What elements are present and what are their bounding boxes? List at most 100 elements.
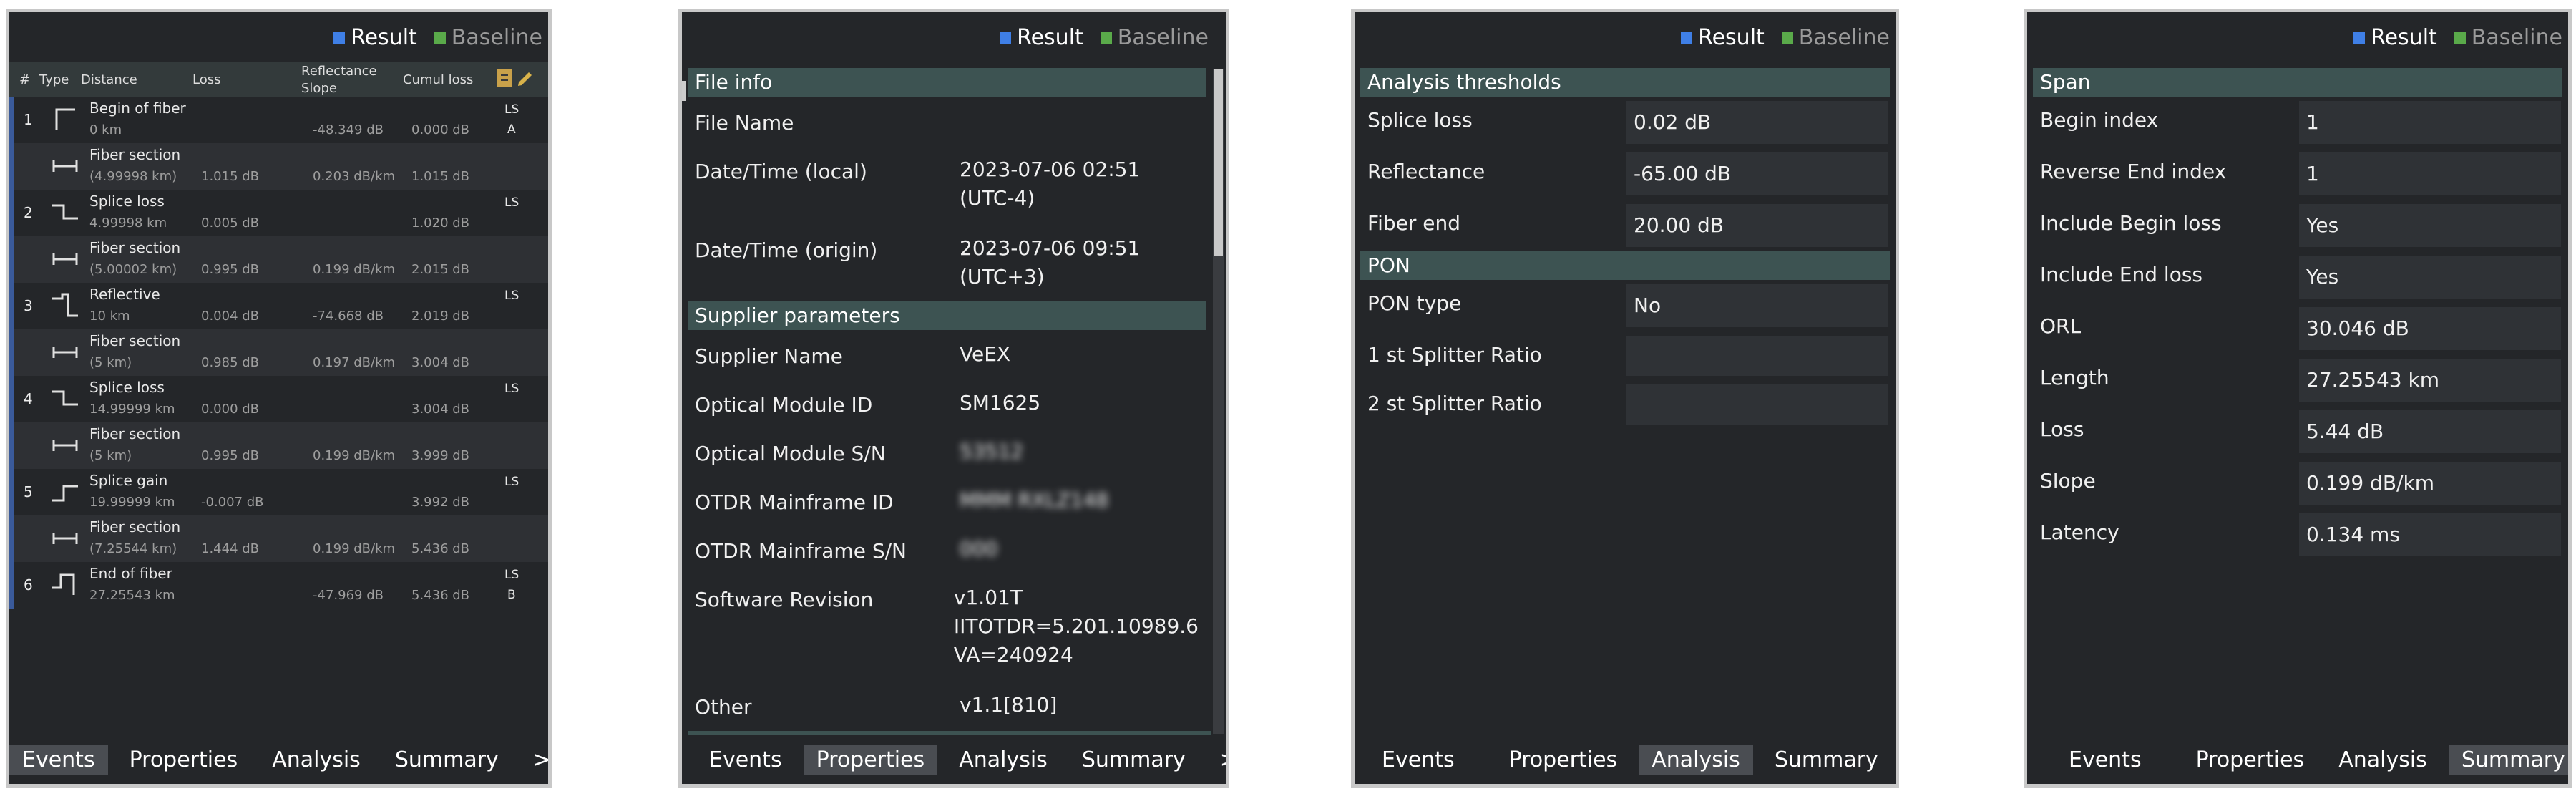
- reverse-end-label: Reverse End index: [2040, 160, 2227, 183]
- file-name-label: File Name: [695, 111, 794, 135]
- tab-analysis[interactable]: Analysis: [2326, 745, 2440, 775]
- tab-analysis[interactable]: Analysis: [946, 745, 1060, 775]
- tab-properties[interactable]: Properties: [803, 744, 938, 775]
- legend-result[interactable]: Result: [1681, 25, 1765, 50]
- marker-icon[interactable]: [496, 68, 513, 92]
- event-distance: 10 km: [89, 309, 130, 324]
- mainframe-sn-value: 000: [960, 537, 998, 561]
- fiber-end-field[interactable]: 20.00 dB: [1625, 203, 1890, 248]
- event-distance: 27.25543 km: [89, 588, 175, 603]
- event-row[interactable]: Fiber section (5 km) 0.995 dB 0.199 dB/km 3.…: [9, 422, 548, 469]
- tab-bar: Events Properties Analysis Summary >>: [682, 742, 1226, 777]
- length-field: 27.25543 km: [2298, 357, 2562, 403]
- event-distance: (5.00002 km): [89, 262, 177, 277]
- event-reflectance: 0.199 dB/km: [313, 448, 396, 463]
- tab-analysis[interactable]: Analysis: [1639, 744, 1753, 775]
- legend-baseline[interactable]: Baseline: [1781, 25, 1890, 50]
- event-row[interactable]: Fiber section (4.99998 km) 1.015 dB 0.203 d…: [9, 143, 548, 190]
- tab-events[interactable]: Events: [696, 745, 795, 775]
- header-cumul: Cumul loss: [403, 72, 474, 87]
- event-loss: 0.000 dB: [201, 402, 260, 417]
- tab-properties[interactable]: Properties: [117, 745, 251, 775]
- legend-baseline[interactable]: Baseline: [2454, 25, 2562, 50]
- scrollbar[interactable]: [1213, 69, 1224, 734]
- legend-baseline[interactable]: Baseline: [1100, 25, 1209, 50]
- legend-baseline-label: Baseline: [1798, 25, 1890, 50]
- tab-properties[interactable]: Properties: [1496, 745, 1631, 775]
- splice-loss-field[interactable]: 0.02 dB: [1625, 100, 1890, 145]
- splice-loss-icon: [51, 198, 79, 227]
- event-ls-flag: LS: [504, 382, 519, 396]
- fiber-section-icon: [51, 245, 79, 273]
- tab-properties[interactable]: Properties: [2183, 745, 2318, 775]
- event-row[interactable]: Fiber section (5 km) 0.985 dB 0.197 dB/km 3.…: [9, 329, 548, 376]
- header-distance: Distance: [81, 72, 137, 87]
- software-rev-label: Software Revision: [695, 588, 874, 611]
- event-name: Splice loss: [89, 193, 165, 210]
- reverse-end-field[interactable]: 1: [2298, 151, 2562, 197]
- event-cumul-loss: 5.436 dB: [411, 541, 470, 556]
- event-row[interactable]: 2 Splice loss 4.99998 km 0.005 dB 1.020 dB LS: [9, 190, 548, 236]
- tab-summary[interactable]: Summary: [2448, 744, 2568, 775]
- tab-events[interactable]: Events: [9, 744, 108, 775]
- slope-field: 0.199 dB/km: [2298, 460, 2562, 506]
- scrollbar-thumb[interactable]: [1214, 69, 1223, 256]
- legend: Result Baseline: [1681, 25, 1890, 50]
- event-loss: 0.995 dB: [201, 448, 260, 463]
- fiber-section-icon: [51, 338, 79, 367]
- event-row[interactable]: Fiber section (5.00002 km) 0.995 dB 0.199 d…: [9, 236, 548, 283]
- tab-bar: Events Properties Analysis Summary >>: [9, 742, 548, 777]
- splitter2-field[interactable]: [1625, 383, 1890, 426]
- begin-fiber-icon: [51, 105, 79, 134]
- event-row[interactable]: 1 Begin of fiber 0 km -48.349 dB 0.000 dB LS A: [9, 97, 548, 143]
- tab-more[interactable]: >>: [520, 745, 548, 775]
- pon-type-field[interactable]: No: [1625, 283, 1890, 329]
- header-num: #: [19, 72, 31, 87]
- event-ls-flag: LS: [504, 475, 519, 489]
- legend: Result Baseline: [1000, 25, 1209, 50]
- event-row[interactable]: 3 Reflective 10 km 0.004 dB -74.668 dB 2.019 …: [9, 283, 548, 329]
- event-row[interactable]: 4 Splice loss 14.99999 km 0.000 dB 3.004 dB L…: [9, 376, 548, 422]
- supplier-name-label: Supplier Name: [695, 344, 843, 368]
- reflectance-label: Reflectance: [1367, 160, 1485, 183]
- splitter1-field[interactable]: [1625, 334, 1890, 377]
- event-row[interactable]: 5 Splice gain 19.99999 km -0.007 dB 3.992 dB…: [9, 469, 548, 515]
- slope-label: Slope: [2040, 469, 2096, 493]
- tab-summary[interactable]: Summary: [382, 745, 512, 775]
- legend-result[interactable]: Result: [333, 25, 417, 50]
- event-loss: 0.005 dB: [201, 215, 260, 231]
- event-ls-flag: LS: [504, 289, 519, 303]
- software-rev-line-3: VA=240924: [953, 643, 1073, 667]
- include-end-field[interactable]: Yes: [2298, 254, 2562, 300]
- section-edge: [688, 731, 1211, 735]
- tab-summary[interactable]: Summary: [1762, 745, 1891, 775]
- tab-more[interactable]: >>: [1207, 745, 1226, 775]
- legend-baseline[interactable]: Baseline: [434, 25, 542, 50]
- legend-result[interactable]: Result: [2353, 25, 2437, 50]
- tab-events[interactable]: Events: [2056, 745, 2155, 775]
- tab-bar: Events Properties Analysis Summary >>: [1355, 742, 1896, 777]
- event-reflectance: -74.668 dB: [313, 309, 384, 324]
- include-begin-field[interactable]: Yes: [2298, 203, 2562, 248]
- latency-label: Latency: [2040, 520, 2119, 544]
- tab-events[interactable]: Events: [1369, 745, 1468, 775]
- events-panel: Result Baseline # Type Distance Loss Ref…: [6, 9, 552, 788]
- event-row[interactable]: Fiber section (7.25544 km) 1.444 dB 0.199 d…: [9, 515, 548, 562]
- event-loss: 0.985 dB: [201, 355, 260, 370]
- event-name: Fiber section: [89, 239, 181, 256]
- other-label: Other: [695, 695, 752, 719]
- result-swatch: [1000, 32, 1012, 44]
- edit-pencil-icon[interactable]: [516, 68, 535, 90]
- event-row[interactable]: 6 End of fiber 27.25543 km -47.969 dB 5.436 …: [9, 562, 548, 609]
- begin-index-field[interactable]: 1: [2298, 100, 2562, 145]
- dt-local-label: Date/Time (local): [695, 160, 867, 183]
- legend-result[interactable]: Result: [1000, 25, 1083, 50]
- event-ls-flag: LS: [504, 568, 519, 582]
- tab-summary[interactable]: Summary: [1069, 745, 1199, 775]
- tab-analysis[interactable]: Analysis: [259, 745, 374, 775]
- event-name: Begin of fiber: [89, 100, 186, 117]
- event-name: Splice gain: [89, 472, 168, 489]
- file-name-value: [952, 92, 1206, 145]
- reflectance-field[interactable]: -65.00 dB: [1625, 151, 1890, 197]
- event-distance: (5 km): [89, 448, 132, 463]
